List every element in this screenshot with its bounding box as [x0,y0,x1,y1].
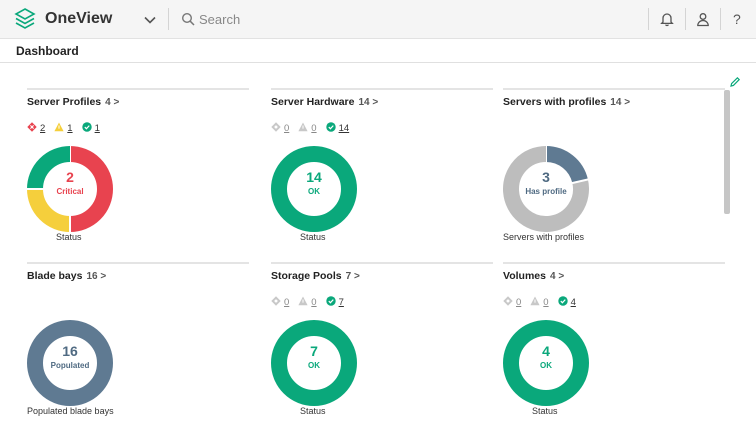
panel-count: 16 > [86,271,107,282]
donut-value: 7 [310,343,318,359]
panel-count: 4 > [105,97,120,108]
ok-status-icon [81,122,92,132]
status-counts: 211 [27,122,109,134]
donut-value: 2 [66,169,74,185]
divider [168,8,169,30]
search-input[interactable] [199,9,499,29]
donut-label: Critical [56,187,84,196]
panel-blade-bays: Blade bays 16 > 16 Populated Populated blade… [27,262,249,422]
panel-title: Blade bays [27,270,83,282]
ok-status-icon [325,296,336,306]
panel-server-hardware: Server Hardware 14 > 0 0 14 14 OK Status [271,88,493,248]
disabled-status-icon [503,296,513,306]
status-counts: 007 [271,296,353,308]
disabled-status-icon [271,296,281,306]
status-counts: 0 0 14 [271,122,358,134]
status-count-critical[interactable]: 2 [27,122,45,134]
warning-status-icon [54,122,64,132]
bell-icon[interactable] [659,11,675,27]
status-count-disabled[interactable]: 0 [271,296,289,308]
critical-status-icon [27,122,37,132]
donut-label: OK [308,361,320,370]
panel-divider [503,262,725,264]
status-count-ok[interactable]: 1 [81,122,100,134]
donut-value: 3 [542,169,550,185]
status-count-unknown[interactable]: 0 [530,296,549,308]
user-icon[interactable] [695,11,711,27]
panel-count: 7 > [345,271,360,282]
donut-caption: Populated blade bays [27,406,114,416]
donut-caption: Status [300,232,326,242]
edit-pencil-icon[interactable] [729,76,741,88]
chevron-down-icon[interactable] [143,13,157,27]
donut-caption: Status [300,406,326,416]
status-count-disabled[interactable]: 0 [503,296,521,308]
panel-title: Volumes [503,270,546,282]
donut-caption: Servers with profiles [503,232,585,242]
panel-count: 14 > [610,97,631,108]
search-icon [181,12,195,26]
disabled-status-icon [271,122,281,132]
donut-label: OK [308,187,320,196]
panel-divider [27,88,249,90]
panel-header-link[interactable]: Blade bays 16 > [27,266,106,284]
donut-label: OK [540,361,552,370]
panel-count: 14 > [358,97,379,108]
status-count-unknown[interactable]: 0 [298,122,317,134]
page-title: Dashboard [16,44,79,58]
ok-status-icon [557,296,568,306]
divider [720,8,721,30]
status-count-warning[interactable]: 1 [54,122,73,134]
divider [648,8,649,30]
panel-servers-with-profiles: Servers with profiles 14 >3 Has profile Ser… [503,88,725,248]
panel-server-profiles: Server Profiles 4 >2 1 1 2 Critical Status [27,88,249,248]
donut-value: 14 [306,169,322,185]
status-count-ok[interactable]: 4 [557,296,576,308]
unknown-status-icon [530,296,540,306]
donut-value: 16 [62,343,78,359]
donut-caption: Status [532,406,558,416]
divider [0,62,756,63]
status-count-unknown[interactable]: 0 [298,296,317,308]
panel-title: Servers with profiles [503,96,607,108]
status-counts: 004 [503,296,585,308]
panel-divider [271,88,493,90]
panel-header-link[interactable]: Server Hardware 14 > [271,92,378,110]
panel-divider [27,262,249,264]
status-count-ok[interactable]: 14 [325,122,349,134]
donut-value: 4 [542,343,550,359]
panel-storage-pools: Storage Pools 7 >0 0 7 7 OK Status [271,262,493,422]
panel-count: 4 > [549,271,565,282]
panel-header-link[interactable]: Volumes 4 > [503,266,564,284]
help-icon[interactable]: ? [733,11,741,27]
panel-title: Storage Pools [271,270,342,282]
panel-header-link[interactable]: Servers with profiles 14 > [503,92,630,110]
ok-status-icon [325,122,336,132]
panel-title: Server Hardware [271,96,355,108]
status-count-ok[interactable]: 7 [325,296,344,308]
oneview-logo-icon[interactable] [14,8,36,30]
donut-label: Has profile [525,187,567,196]
panel-divider [503,88,725,90]
unknown-status-icon [298,296,308,306]
status-count-disabled[interactable]: 0 [271,122,289,134]
top-bar: OneView ? [0,0,756,39]
panel-header-link[interactable]: Storage Pools 7 > [271,266,360,284]
donut-caption: Status [56,232,82,242]
donut-label: Populated [50,361,90,370]
app-name[interactable]: OneView [45,10,112,28]
panel-volumes: Volumes 4 >0 0 4 4 OK Status [503,262,725,422]
panel-divider [271,262,493,264]
divider [685,8,686,30]
panel-header-link[interactable]: Server Profiles 4 > [27,92,119,110]
unknown-status-icon [298,122,308,132]
panel-title: Server Profiles [27,96,102,108]
